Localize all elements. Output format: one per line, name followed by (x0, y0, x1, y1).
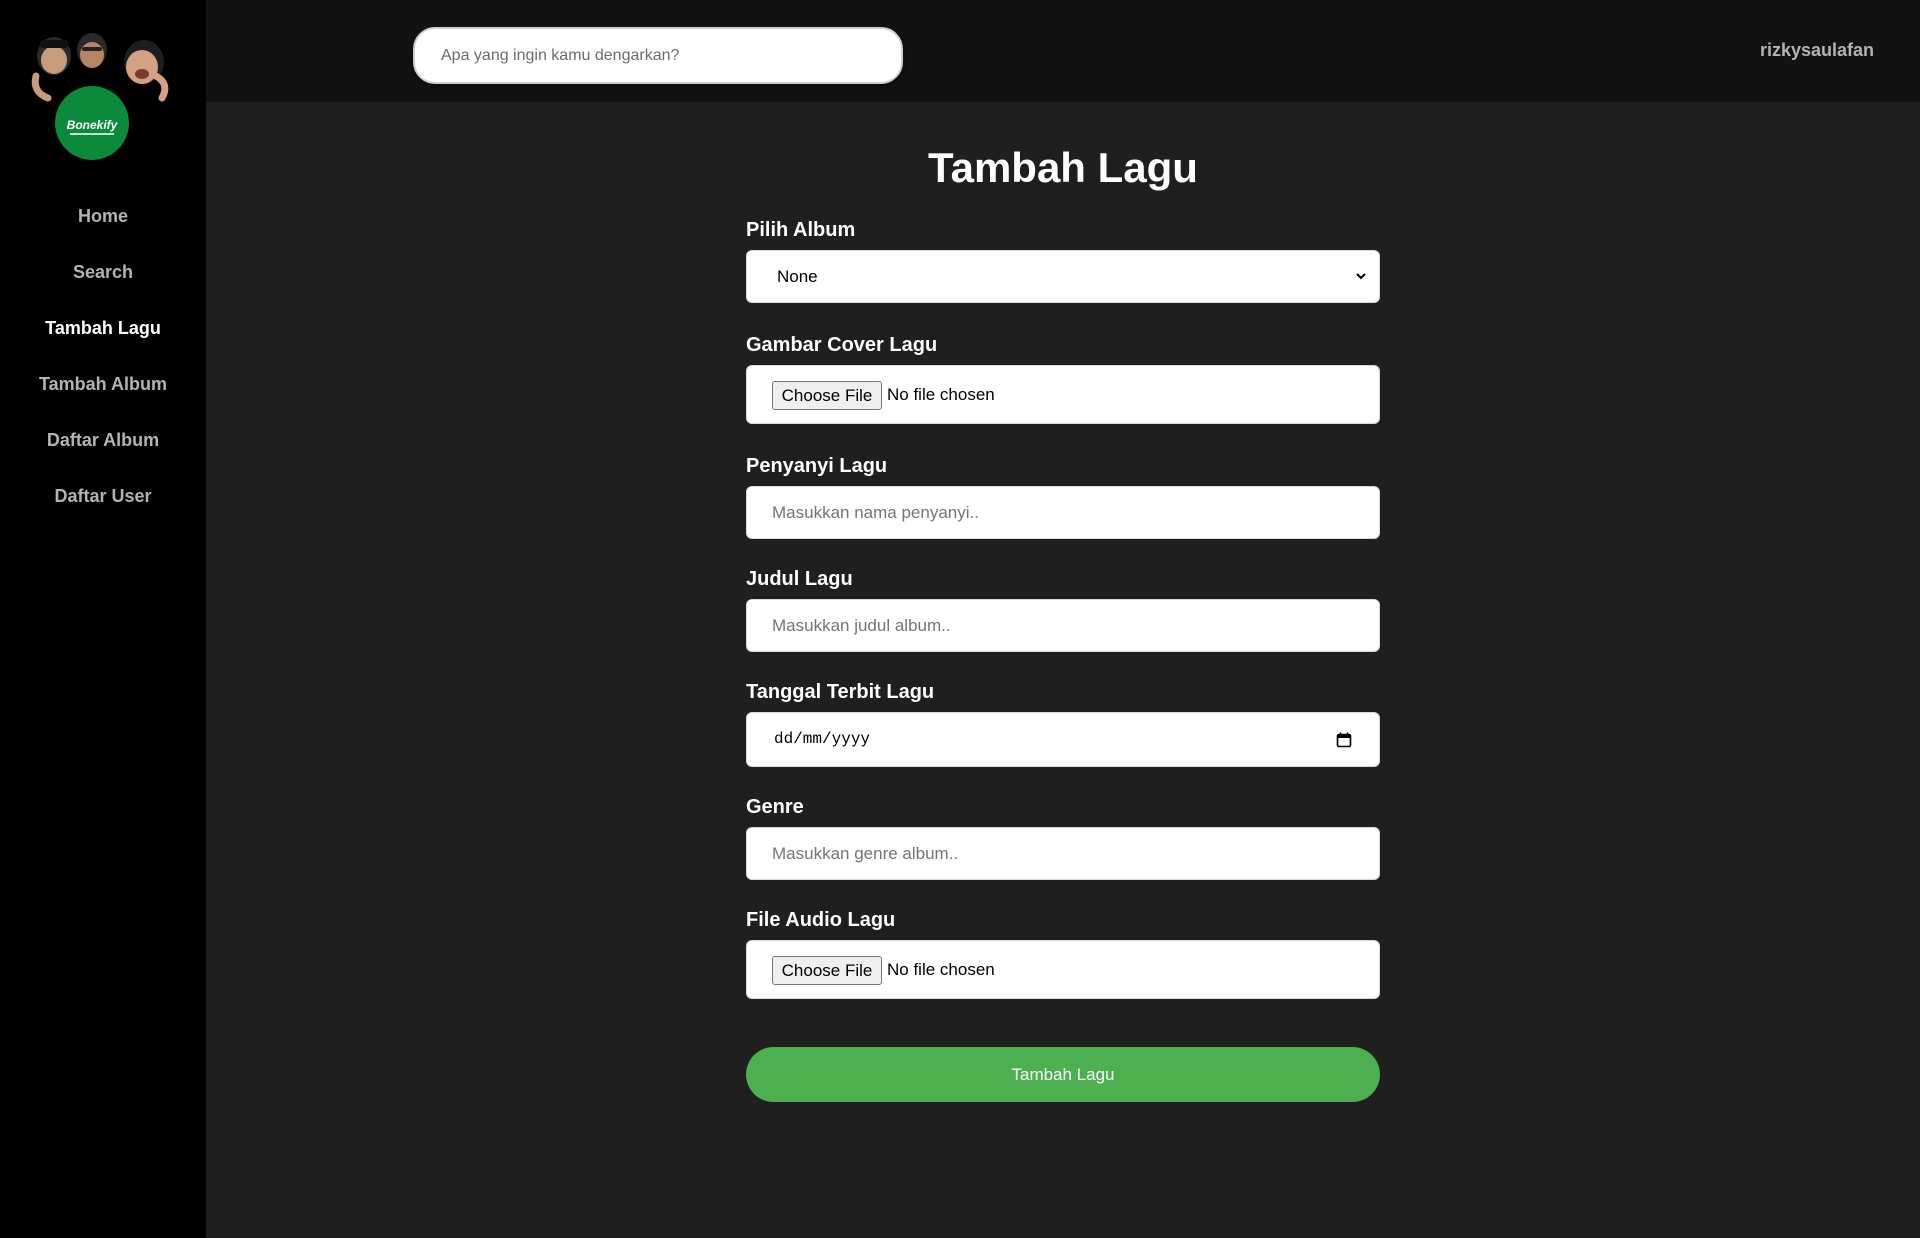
cover-file-status: No file chosen (887, 385, 995, 404)
sidebar-item-home[interactable]: Home (0, 196, 206, 252)
sidebar-item-tambah-album[interactable]: Tambah Album (0, 364, 206, 420)
chevron-down-icon (1356, 273, 1366, 280)
sidebar: Bonekify Home Search Tambah Lagu Tambah … (0, 0, 206, 1238)
cover-file-field: Choose File No file chosen (746, 365, 1380, 424)
release-date-placeholder: dd/mm/yyyy (774, 730, 871, 748)
release-date-input[interactable]: dd/mm/yyyy (746, 712, 1380, 767)
page-title: Tambah Lagu (928, 144, 1198, 191)
song-title-label: Judul Lagu (746, 568, 853, 590)
audio-file-status: No file chosen (887, 960, 995, 979)
app-logo[interactable]: Bonekify (30, 30, 175, 162)
audio-choose-file-button[interactable]: Choose File (772, 956, 882, 985)
sidebar-item-search[interactable]: Search (0, 252, 206, 308)
sidebar-item-daftar-user[interactable]: Daftar User (0, 476, 206, 532)
logo-image: Bonekify (31, 33, 169, 160)
calendar-icon[interactable] (1336, 732, 1352, 748)
username[interactable]: rizkysaulafan (1760, 40, 1874, 61)
genre-input[interactable] (746, 827, 1380, 880)
sidebar-item-tambah-lagu[interactable]: Tambah Lagu (0, 308, 206, 364)
song-title-input[interactable] (746, 599, 1380, 652)
sidebar-item-daftar-album[interactable]: Daftar Album (0, 420, 206, 476)
album-label: Pilih Album (746, 219, 856, 241)
search-input[interactable] (413, 27, 903, 84)
logo-text: Bonekify (67, 118, 119, 132)
add-song-form: Pilih Album None Gambar Cover Lagu Choos… (746, 218, 1380, 1102)
release-date-label: Tanggal Terbit Lagu (746, 681, 935, 703)
genre-label: Genre (746, 796, 804, 818)
audio-label: File Audio Lagu (746, 909, 896, 931)
cover-choose-file-button[interactable]: Choose File (772, 381, 882, 410)
sidebar-nav: Home Search Tambah Lagu Tambah Album Daf… (0, 196, 206, 532)
singer-label: Penyanyi Lagu (746, 455, 888, 477)
album-select-value: None (777, 267, 818, 286)
singer-input[interactable] (746, 486, 1380, 539)
album-select[interactable]: None (746, 250, 1380, 303)
submit-add-song-button[interactable]: Tambah Lagu (746, 1047, 1380, 1102)
main-content: Tambah Lagu Pilih Album None Gambar Cove… (206, 102, 1920, 1238)
topbar: rizkysaulafan (206, 0, 1920, 102)
audio-file-field: Choose File No file chosen (746, 940, 1380, 999)
cover-label: Gambar Cover Lagu (746, 334, 938, 356)
